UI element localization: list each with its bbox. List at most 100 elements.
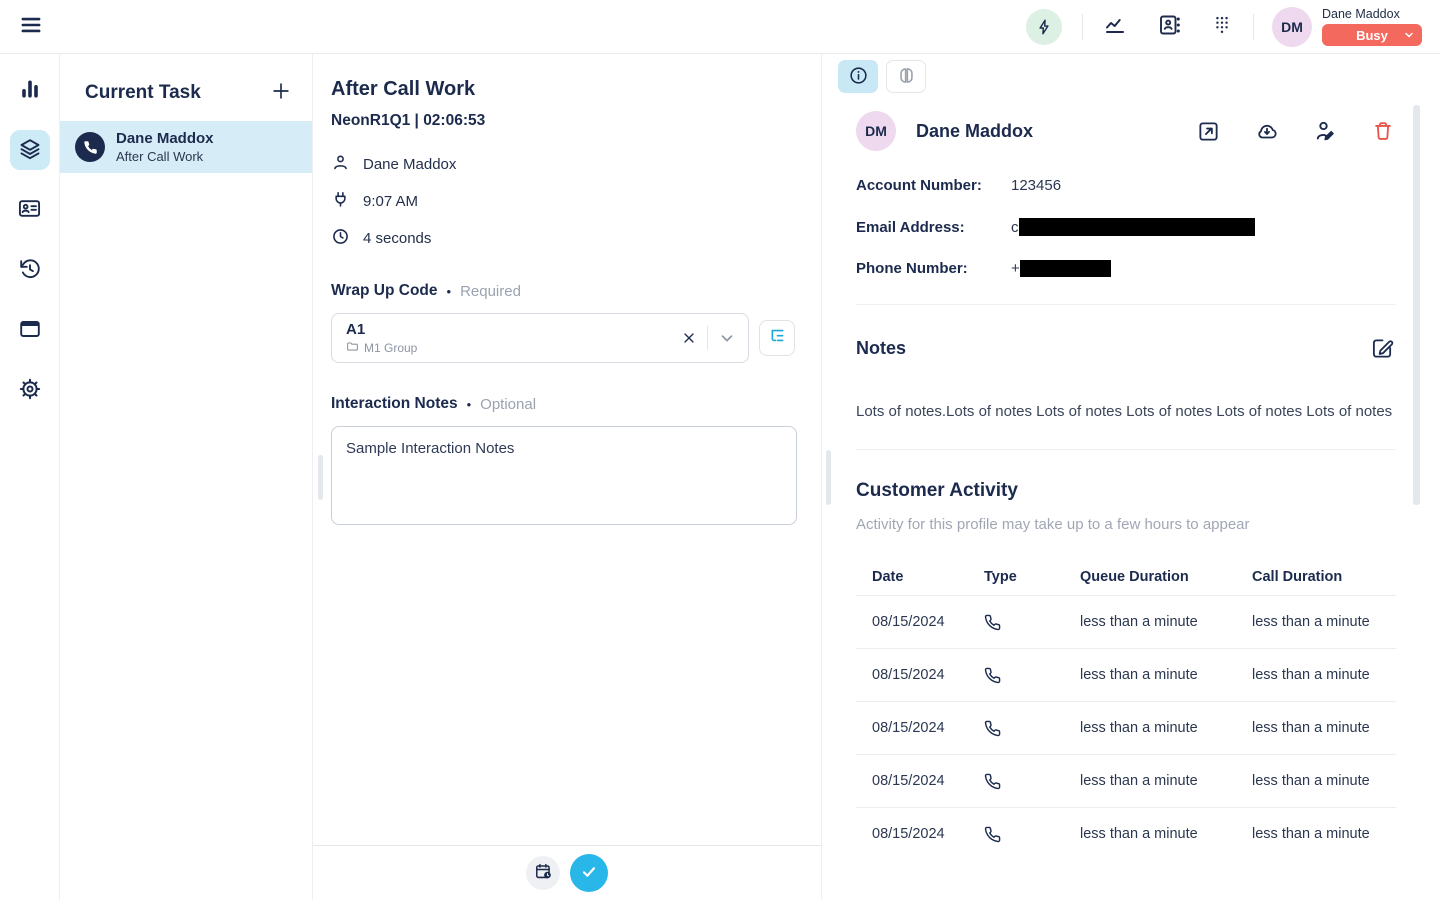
chevron-down-icon xyxy=(1403,29,1415,41)
divider xyxy=(1253,14,1254,40)
interaction-notes-textarea[interactable]: Sample Interaction Notes xyxy=(331,426,797,525)
layers-icon xyxy=(18,137,42,164)
hamburger-icon xyxy=(18,12,44,41)
download-profile-button[interactable] xyxy=(1252,117,1282,145)
contact-card-icon xyxy=(1157,13,1181,40)
duration-text: 4 seconds xyxy=(363,230,431,247)
edit-notes-button[interactable] xyxy=(1369,335,1396,362)
person-edit-icon xyxy=(1314,119,1338,143)
cell-queue-duration: less than a minute xyxy=(1080,614,1252,630)
wrap-up-code-value: A1 xyxy=(346,321,679,338)
divider xyxy=(707,326,708,350)
phone-type-icon xyxy=(984,720,1080,737)
scrollbar-thumb[interactable] xyxy=(1413,105,1420,505)
wrap-up-required-text: Required xyxy=(460,283,521,300)
field-value-prefix: + xyxy=(1011,260,1020,277)
activity-row[interactable]: 08/15/2024 less than a minute less than … xyxy=(856,754,1396,807)
sidebar-item-analytics[interactable] xyxy=(10,70,50,110)
open-in-new-icon xyxy=(1197,120,1220,143)
activity-row[interactable]: 08/15/2024 less than a minute less than … xyxy=(856,595,1396,648)
sidebar-item-settings[interactable] xyxy=(10,370,50,410)
field-account-number: Account Number: 123456 xyxy=(856,177,1396,194)
cell-queue-duration: less than a minute xyxy=(1080,667,1252,683)
browser-window-icon xyxy=(18,317,42,344)
sidebar-item-browser[interactable] xyxy=(10,310,50,350)
info-icon xyxy=(848,65,869,89)
contact-name: Dane Maddox xyxy=(916,121,1195,142)
user-name: Dane Maddox xyxy=(1322,7,1422,21)
wrap-up-code-select[interactable]: A1 M1 Group xyxy=(331,313,749,363)
plus-icon xyxy=(270,80,292,105)
activity-row[interactable]: 08/15/2024 less than a minute less than … xyxy=(856,648,1396,701)
tree-list-icon xyxy=(768,327,787,349)
sidebar-item-contacts[interactable] xyxy=(10,190,50,230)
redaction-bar xyxy=(1019,218,1255,236)
current-task-title: Current Task xyxy=(85,82,201,104)
tab-profile-info[interactable] xyxy=(838,60,878,93)
delete-contact-button[interactable] xyxy=(1370,118,1396,144)
plug-icon xyxy=(331,190,350,213)
chevron-down-icon xyxy=(718,329,736,347)
person-icon xyxy=(331,153,350,176)
activity-row[interactable]: 08/15/2024 less than a minute less than … xyxy=(856,807,1396,860)
task-contact-name: Dane Maddox xyxy=(116,130,214,147)
clear-wrap-up-button[interactable] xyxy=(679,328,699,348)
check-icon xyxy=(579,862,599,885)
field-label: Account Number: xyxy=(856,177,1011,194)
cell-call-duration: less than a minute xyxy=(1252,667,1396,683)
sidebar-item-tasks[interactable] xyxy=(10,130,50,170)
field-value: 123456 xyxy=(1011,177,1061,194)
topbar-right-group: DM Dane Maddox Busy xyxy=(1024,7,1422,47)
field-label: Email Address: xyxy=(856,219,1011,236)
left-sidebar xyxy=(0,54,60,900)
bullet: • xyxy=(467,397,472,412)
add-task-button[interactable] xyxy=(268,78,294,107)
cloud-download-icon xyxy=(1254,119,1280,143)
wrap-up-tree-view-button[interactable] xyxy=(759,320,795,356)
field-value-prefix: c xyxy=(1011,219,1019,236)
interaction-notes-label: Interaction Notes xyxy=(331,395,458,413)
status-dropdown-button[interactable]: Busy xyxy=(1322,24,1422,46)
wrap-up-dropdown-button[interactable] xyxy=(716,327,738,349)
cell-date: 08/15/2024 xyxy=(872,614,984,630)
user-avatar[interactable]: DM xyxy=(1272,7,1312,47)
cell-queue-duration: less than a minute xyxy=(1080,773,1252,789)
cell-call-duration: less than a minute xyxy=(1252,614,1396,630)
contacts-button[interactable] xyxy=(1155,11,1183,42)
clock-icon xyxy=(331,227,350,250)
column-header-date: Date xyxy=(872,569,984,585)
trash-icon xyxy=(1372,120,1394,142)
wrap-up-group-text: M1 Group xyxy=(364,341,417,355)
cell-call-duration: less than a minute xyxy=(1252,773,1396,789)
open-external-button[interactable] xyxy=(1195,118,1222,145)
analytics-button[interactable] xyxy=(1101,11,1129,42)
scrollbar-thumb[interactable] xyxy=(826,450,831,505)
hamburger-menu-button[interactable] xyxy=(16,10,46,43)
divider xyxy=(856,449,1396,450)
customer-profile-panel: DM Dane Maddox xyxy=(822,54,1440,900)
current-task-panel: Current Task Dane Maddox After Call Work xyxy=(60,54,313,900)
tab-ai-insights[interactable] xyxy=(886,60,926,93)
notes-content: Lots of notes.Lots of notes Lots of note… xyxy=(856,402,1396,422)
quick-actions-button[interactable] xyxy=(1024,7,1064,47)
scrollbar-thumb[interactable] xyxy=(318,455,323,500)
interaction-notes-optional-text: Optional xyxy=(480,396,536,413)
bar-chart-icon xyxy=(18,77,42,104)
brain-icon xyxy=(896,65,917,89)
close-icon xyxy=(681,330,697,346)
notes-title: Notes xyxy=(856,338,906,359)
cell-queue-duration: less than a minute xyxy=(1080,720,1252,736)
complete-acw-button[interactable] xyxy=(570,854,608,892)
id-card-icon xyxy=(17,196,42,224)
customer-activity-subtitle: Activity for this profile may take up to… xyxy=(856,516,1396,533)
column-header-queue-duration: Queue Duration xyxy=(1080,569,1252,585)
activity-row[interactable]: 08/15/2024 less than a minute less than … xyxy=(856,701,1396,754)
divider xyxy=(856,304,1396,305)
schedule-followup-button[interactable] xyxy=(526,856,560,890)
dialpad-button[interactable] xyxy=(1209,11,1235,42)
edit-contact-button[interactable] xyxy=(1312,117,1340,145)
task-list-item[interactable]: Dane Maddox After Call Work xyxy=(60,121,312,173)
cell-date: 08/15/2024 xyxy=(872,667,984,683)
folder-icon xyxy=(346,340,359,356)
sidebar-item-history[interactable] xyxy=(10,250,50,290)
